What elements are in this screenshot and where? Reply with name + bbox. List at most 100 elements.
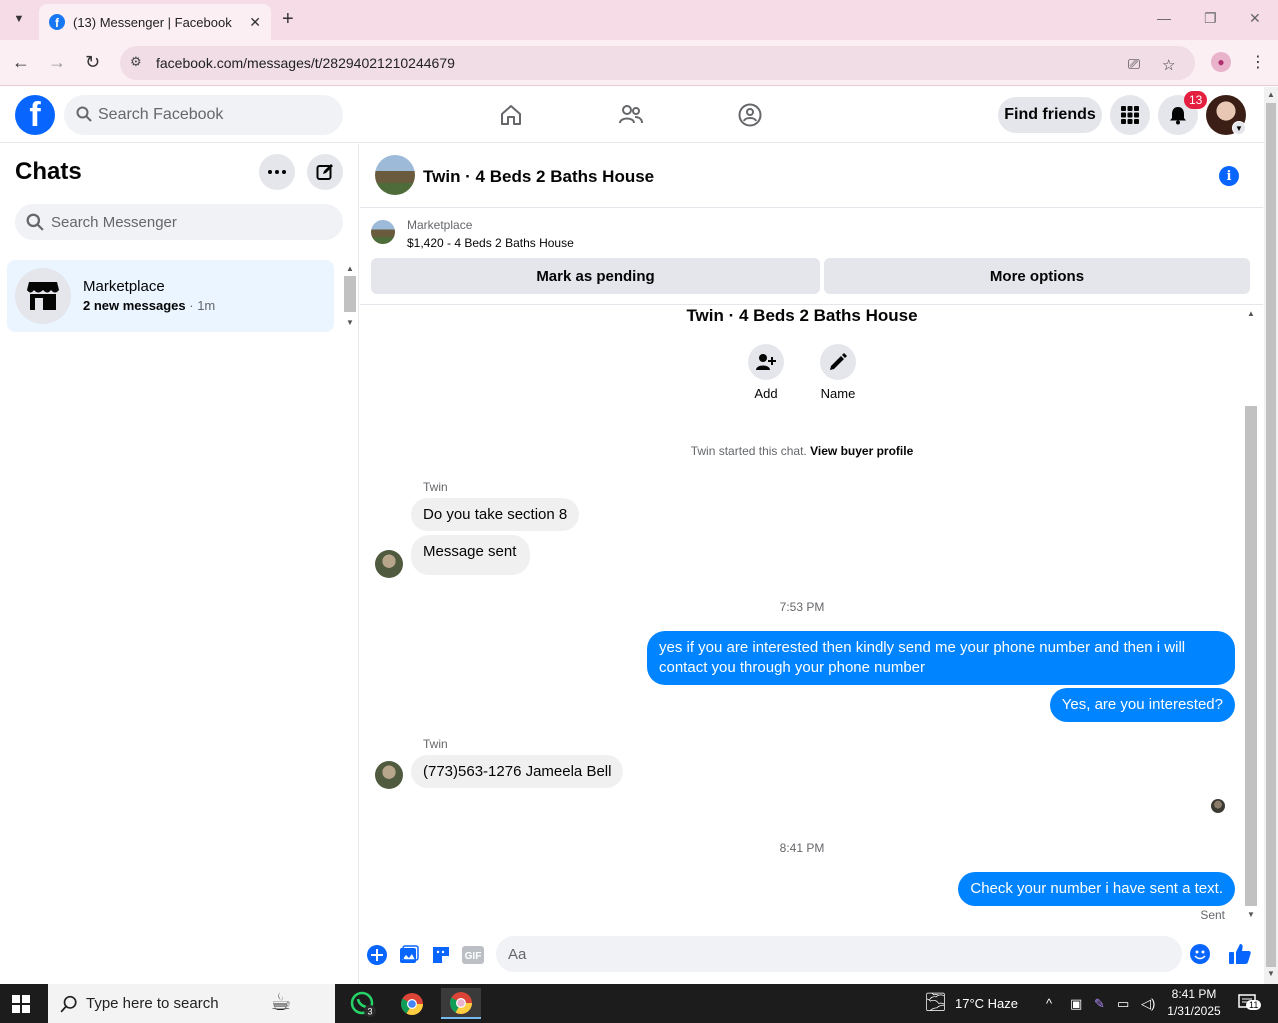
tab-close-icon[interactable]: ✕ <box>249 14 261 31</box>
conversation-title[interactable]: Twin · 4 Beds 2 Baths House <box>423 167 654 187</box>
system-clock[interactable]: 8:41 PM 1/31/2025 <box>1166 986 1222 1020</box>
new-tab-icon[interactable]: + <box>282 8 294 31</box>
thumbs-up-icon[interactable] <box>1228 942 1252 966</box>
conversation-avatar[interactable] <box>375 155 415 195</box>
incoming-message[interactable]: Message sent <box>411 535 531 575</box>
pen-icon[interactable]: ✎ <box>1094 996 1105 1012</box>
view-buyer-profile-link[interactable]: View buyer profile <box>810 444 913 458</box>
chat-list-scroll-thumb[interactable] <box>344 276 356 312</box>
outgoing-message[interactable]: Check your number i have sent a text. <box>958 872 1235 906</box>
page-scrollbar[interactable]: ▲ ▼ <box>1264 87 1278 984</box>
read-receipt-avatar <box>1211 799 1225 813</box>
incoming-message[interactable]: Do you take section 8 <box>411 498 580 531</box>
new-message-icon[interactable] <box>307 154 343 190</box>
back-icon[interactable]: ← <box>12 52 30 73</box>
tray-expand-icon[interactable]: ^ <box>1046 996 1052 1011</box>
window-close-icon[interactable]: ✕ <box>1249 10 1261 27</box>
mark-as-pending-button[interactable]: Mark as pending <box>371 258 820 294</box>
windows-start-icon[interactable] <box>12 995 30 1013</box>
browser-menu-icon[interactable]: ⋮ <box>1250 52 1266 72</box>
scroll-up-arrow-icon[interactable]: ▲ <box>1267 90 1275 99</box>
timestamp: 7:53 PM <box>779 600 825 614</box>
sent-status: Sent <box>1200 908 1225 922</box>
facebook-logo-icon[interactable]: f <box>15 95 55 135</box>
sender-avatar[interactable] <box>375 550 403 578</box>
chat-list-item[interactable]: Marketplace 2 new messages · 1m <box>7 260 334 332</box>
messenger-search-input[interactable]: Search Messenger <box>15 204 343 240</box>
outgoing-message[interactable]: Yes, are you interested? <box>1049 688 1235 722</box>
restore-icon[interactable]: ❐ <box>1204 10 1217 27</box>
emoji-icon[interactable] <box>1190 944 1210 964</box>
gif-icon[interactable]: GIF <box>462 944 484 966</box>
more-options-button[interactable]: More options <box>824 258 1250 294</box>
listing-price-title[interactable]: $1,420 - 4 Beds 2 Baths House <box>407 236 574 250</box>
browser-profile-icon[interactable]: ● <box>1211 52 1231 72</box>
name-action[interactable]: Name <box>820 344 856 401</box>
sender-avatar[interactable] <box>375 761 403 789</box>
chrome-app-icon[interactable] <box>392 988 432 1019</box>
chat-name: Marketplace <box>83 278 165 295</box>
incoming-message[interactable]: (773)563-1276 Jameela Bell <box>411 755 624 788</box>
marketplace-listing-bar: Marketplace $1,420 - 4 Beds 2 Baths Hous… <box>360 208 1263 305</box>
search-icon <box>76 106 92 122</box>
url-text: facebook.com/messages/t/2829402121024467… <box>156 55 455 71</box>
chat-options-icon[interactable] <box>259 154 295 190</box>
scroll-down-arrow-icon[interactable]: ▼ <box>1247 910 1255 919</box>
facebook-search-input[interactable]: Search Facebook <box>64 95 343 135</box>
network-icon[interactable]: ▭ <box>1117 996 1129 1012</box>
browser-tab[interactable]: f (13) Messenger | Facebook ✕ <box>39 4 271 40</box>
browser-toolbar: ← → ↻ ⚙ facebook.com/messages/t/28294021… <box>0 40 1278 86</box>
chat-list-scrollbar[interactable]: ▲ ▼ <box>342 260 358 332</box>
forward-icon[interactable]: → <box>48 52 66 73</box>
photo-gallery-icon[interactable] <box>398 944 420 966</box>
account-chevron-down-icon[interactable]: ▼ <box>1232 121 1246 135</box>
volume-icon[interactable]: ◁) <box>1141 996 1155 1012</box>
whatsapp-app-icon[interactable]: 3 <box>343 988 383 1019</box>
chrome-profile-app-icon[interactable] <box>441 988 481 1019</box>
sticker-icon[interactable] <box>430 944 452 966</box>
svg-text:GIF: GIF <box>465 951 482 962</box>
marketplace-store-icon <box>15 268 71 324</box>
scroll-down-arrow-icon[interactable]: ▼ <box>346 318 354 327</box>
menu-grid-icon[interactable] <box>1110 95 1150 135</box>
friends-icon[interactable] <box>617 101 645 129</box>
clock-time: 8:41 PM <box>1171 987 1217 1001</box>
message-input[interactable]: Aa <box>496 936 1182 972</box>
conversation-info-icon[interactable]: i <box>1219 166 1239 186</box>
site-info-icon[interactable]: ⚙ <box>130 54 142 70</box>
plus-circle-icon[interactable] <box>366 944 388 966</box>
listing-thumbnail[interactable] <box>371 220 395 244</box>
groups-icon[interactable] <box>736 101 764 129</box>
weather-icon[interactable]: 🌫 <box>924 992 947 1013</box>
minimize-icon[interactable]: — <box>1157 10 1171 26</box>
home-icon[interactable] <box>497 101 525 129</box>
scroll-up-arrow-icon[interactable]: ▲ <box>1247 309 1255 318</box>
taskbar-search-placeholder: Type here to search <box>86 995 219 1012</box>
add-label: Add <box>754 386 778 401</box>
address-bar[interactable]: ⚙ facebook.com/messages/t/28294021210244… <box>120 46 1195 80</box>
chat-time: 1m <box>197 298 216 313</box>
outgoing-message[interactable]: yes if you are interested then kindly se… <box>647 631 1235 685</box>
pencil-icon[interactable] <box>820 344 856 380</box>
scroll-up-arrow-icon[interactable]: ▲ <box>346 264 354 273</box>
scroll-down-arrow-icon[interactable]: ▼ <box>1267 969 1275 978</box>
conversation-header: Twin · 4 Beds 2 Baths House i <box>360 144 1263 208</box>
thread-scroll-thumb[interactable] <box>1245 406 1257 906</box>
hot-drink-icon: ☕ <box>270 989 292 1016</box>
taskbar-search-input[interactable]: Type here to search ☕ <box>48 984 335 1023</box>
action-center-icon[interactable]: 11 <box>1238 994 1262 1015</box>
meet-now-icon[interactable]: ▣ <box>1070 996 1082 1012</box>
tab-search-chevron-icon[interactable]: ▼ <box>8 8 30 30</box>
find-friends-button[interactable]: Find friends <box>998 97 1102 133</box>
reload-icon[interactable]: ↻ <box>85 52 100 73</box>
page-scroll-thumb[interactable] <box>1266 103 1276 967</box>
bookmark-star-icon[interactable]: ☆ <box>1162 56 1175 74</box>
thread-scrollbar[interactable]: ▲ ▼ <box>1243 306 1259 924</box>
chats-title: Chats <box>15 158 82 185</box>
add-action[interactable]: Add <box>748 344 784 401</box>
install-app-icon[interactable]: ⎚ <box>1128 56 1140 73</box>
weather-text[interactable]: 17°C Haze <box>955 996 1018 1011</box>
add-person-icon[interactable] <box>748 344 784 380</box>
message-input-placeholder: Aa <box>508 945 527 963</box>
facebook-favicon-icon: f <box>49 14 65 30</box>
